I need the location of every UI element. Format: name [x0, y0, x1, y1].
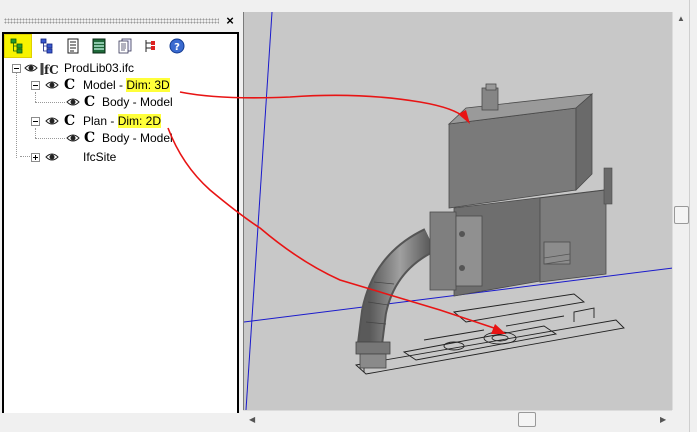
pane-footer — [0, 413, 243, 432]
tree-node-label: ProdLib03.ifc — [64, 61, 135, 75]
collapse-icon[interactable] — [12, 64, 21, 73]
window-right-edge — [689, 0, 697, 432]
context-icon: C — [84, 94, 96, 110]
eye-icon[interactable] — [24, 63, 38, 73]
viewport-horizontal-scrollbar[interactable]: ◀ ▶ — [243, 410, 672, 428]
layers-button[interactable] — [88, 35, 108, 55]
tree-node-model[interactable]: C Model - Dim: 3D — [4, 77, 229, 94]
pane-drag-grip[interactable] — [4, 18, 219, 24]
tree-node-label: Plan - Dim: 2D — [83, 113, 162, 130]
plan-outline — [355, 293, 625, 375]
hierarchy-button[interactable] — [36, 35, 56, 55]
context-icon: C — [64, 113, 76, 129]
tree-node-label: IfcSite — [83, 150, 117, 164]
ifc-file-icon: fC — [40, 63, 59, 76]
help-icon: ? — [169, 38, 185, 54]
svg-text:?: ? — [174, 42, 180, 53]
collapse-icon[interactable] — [31, 117, 40, 126]
eye-icon[interactable] — [45, 80, 59, 90]
horizontal-scroll-thumb[interactable] — [518, 412, 536, 427]
eye-icon[interactable] — [45, 116, 59, 126]
scroll-up-icon[interactable]: ▲ — [677, 14, 685, 24]
pane-close-button[interactable]: × — [224, 14, 236, 28]
filter-icon — [145, 40, 155, 52]
tree-view-icon — [10, 38, 23, 54]
collapse-icon[interactable] — [31, 81, 40, 90]
tree-node-plan[interactable]: C Plan - Dim: 2D — [4, 113, 229, 130]
tree-node-label: Body - Model — [102, 131, 173, 145]
context-name: Model - — [83, 78, 127, 92]
eye-icon[interactable] — [66, 133, 80, 143]
tree-view-button[interactable] — [4, 34, 32, 58]
valve-model — [429, 83, 613, 297]
3d-viewport[interactable] — [243, 12, 673, 410]
eye-icon[interactable] — [66, 97, 80, 107]
tree-node-model-body[interactable]: C Body - Model — [4, 94, 229, 111]
tree-node-root[interactable]: fC ProdLib03.ifc — [4, 60, 229, 77]
model-render — [244, 12, 673, 410]
scroll-left-icon[interactable]: ◀ — [249, 415, 255, 425]
properties-button[interactable] — [62, 35, 82, 55]
eye-icon[interactable] — [45, 152, 59, 162]
context-icon: C — [84, 130, 96, 146]
dimension-highlight: Dim: 2D — [117, 114, 162, 128]
y-axis-line — [245, 12, 273, 410]
help-button[interactable]: ? — [166, 35, 186, 55]
model-tree: fC ProdLib03.ifc C Model - Dim: 3D C Bod… — [4, 58, 233, 410]
context-icon: C — [64, 77, 76, 93]
dimension-highlight: Dim: 3D — [126, 78, 170, 92]
documents-button[interactable] — [114, 35, 134, 55]
svg-text:fC: fC — [44, 63, 59, 76]
tree-toolbar: ? — [4, 34, 233, 58]
tree-node-label: Body - Model — [102, 95, 173, 109]
filter-button[interactable] — [140, 35, 160, 55]
expand-icon[interactable] — [31, 153, 40, 162]
hierarchy-icon — [40, 38, 53, 54]
tree-node-label: Model - Dim: 3D — [83, 77, 170, 94]
tree-node-site[interactable]: IfcSite — [4, 149, 229, 166]
tree-node-plan-body[interactable]: C Body - Model — [4, 130, 229, 147]
context-name: Plan - — [83, 114, 118, 128]
documents-icon — [118, 38, 132, 54]
scroll-right-icon[interactable]: ▶ — [660, 415, 666, 425]
viewport-top-border — [243, 0, 697, 12]
vertical-scroll-thumb[interactable] — [674, 206, 689, 224]
layers-icon — [92, 38, 106, 54]
properties-icon — [67, 38, 79, 54]
